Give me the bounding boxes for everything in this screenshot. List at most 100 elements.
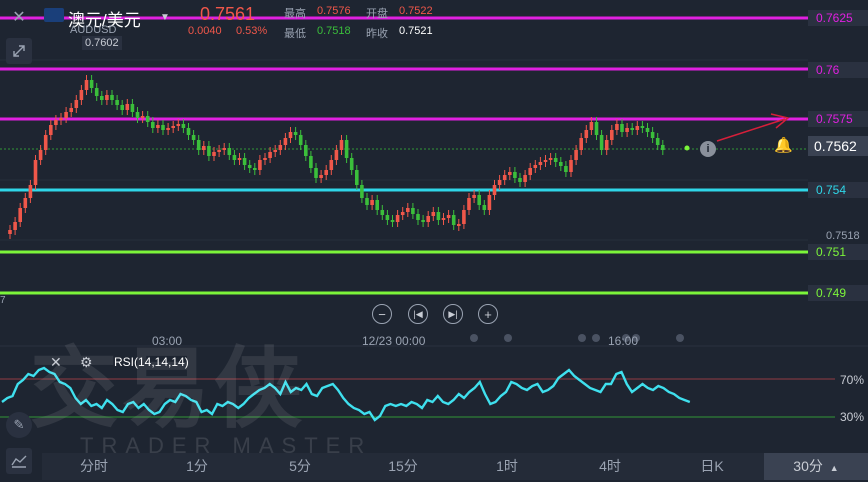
candle-body bbox=[436, 212, 441, 220]
candle-body bbox=[523, 175, 527, 182]
high-label: 最高 bbox=[284, 8, 306, 20]
candle-body bbox=[304, 145, 308, 156]
candle-body bbox=[467, 198, 471, 210]
candle-body bbox=[69, 108, 73, 112]
candle-body bbox=[538, 162, 543, 165]
candle-body bbox=[145, 116, 150, 122]
event-dot bbox=[470, 334, 478, 342]
candle-body bbox=[202, 146, 206, 150]
indicator-icon bbox=[11, 455, 27, 468]
time-label-1: 12/23 00:00 bbox=[362, 334, 426, 348]
tab-fenshi[interactable]: 分时 bbox=[67, 453, 121, 480]
time-label-0: 03:00 bbox=[152, 334, 183, 348]
tab-daily[interactable]: 日K bbox=[688, 453, 736, 480]
candle-body bbox=[661, 145, 665, 150]
candle-body bbox=[130, 104, 135, 112]
candle-body bbox=[324, 170, 328, 175]
candle-body bbox=[564, 166, 568, 172]
symbol-code: AUDUSD bbox=[70, 24, 117, 36]
low-label: 最低 bbox=[284, 28, 306, 40]
low-value: 0.7518 bbox=[317, 25, 351, 37]
candle-body bbox=[553, 158, 558, 162]
candle-body bbox=[334, 150, 339, 160]
candle-body bbox=[411, 208, 415, 214]
candle-body bbox=[569, 160, 573, 172]
time-label-2: 16:00 bbox=[608, 334, 639, 348]
candle-body bbox=[406, 208, 410, 212]
candle-body bbox=[329, 160, 334, 170]
candle-body bbox=[604, 140, 609, 150]
candle-body bbox=[227, 148, 232, 155]
zoom-in-button[interactable]: + bbox=[478, 304, 498, 324]
candle-body bbox=[650, 132, 655, 138]
open-label: 开盘 bbox=[366, 8, 388, 20]
open-value: 0.7522 bbox=[399, 5, 433, 17]
candle-body bbox=[110, 95, 114, 100]
candle-body bbox=[33, 160, 38, 185]
chevron-down-icon[interactable]: ▼ bbox=[160, 12, 170, 23]
candle-body bbox=[54, 120, 58, 125]
candle-body bbox=[349, 158, 354, 170]
candle-body bbox=[253, 168, 257, 170]
candle-body bbox=[559, 162, 563, 166]
close-indicator-icon[interactable]: ✕ bbox=[50, 354, 62, 371]
level-tag-1: 0.76 bbox=[808, 62, 868, 78]
candle-body bbox=[339, 140, 344, 150]
tab-30min[interactable]: 30分 ▲ bbox=[764, 453, 868, 480]
tab-15min[interactable]: 15分 bbox=[378, 453, 428, 480]
candle-body bbox=[288, 132, 293, 138]
candle-body bbox=[237, 158, 242, 160]
candle-body bbox=[599, 135, 604, 150]
tab-4hour[interactable]: 4时 bbox=[586, 453, 634, 480]
candle-body bbox=[263, 158, 267, 160]
candle-body bbox=[482, 205, 487, 210]
indicator-button[interactable] bbox=[6, 448, 32, 474]
candle-body bbox=[518, 178, 522, 182]
candle-body bbox=[502, 175, 507, 180]
candle-body bbox=[533, 165, 538, 168]
tab-1min[interactable]: 1分 bbox=[173, 453, 221, 480]
candle-body bbox=[171, 126, 175, 128]
rsi-lower-label: 30% bbox=[840, 410, 865, 424]
candle-body bbox=[283, 138, 288, 145]
tab-5min[interactable]: 5分 bbox=[276, 453, 324, 480]
draw-button[interactable]: ✎ bbox=[6, 412, 32, 438]
close-button[interactable]: ✕ bbox=[6, 4, 32, 30]
close-icon: ✕ bbox=[12, 9, 26, 26]
level-tag-2: 0.7575 bbox=[808, 111, 868, 127]
candle-body bbox=[196, 140, 201, 150]
price-change-pct: 0.53% bbox=[236, 25, 268, 37]
candle-body bbox=[207, 146, 211, 156]
candle-body bbox=[125, 104, 130, 110]
flag-icon bbox=[44, 8, 64, 22]
candle-body bbox=[615, 124, 619, 130]
candle-body bbox=[140, 116, 145, 118]
zoom-out-button[interactable]: − bbox=[372, 304, 392, 324]
tab-1hour[interactable]: 1时 bbox=[483, 453, 531, 480]
collapse-button[interactable] bbox=[6, 38, 32, 64]
candle-body bbox=[18, 208, 22, 222]
candle-body bbox=[319, 175, 323, 178]
info-icon[interactable]: i bbox=[700, 141, 716, 157]
candle-body bbox=[79, 90, 84, 100]
candle-body bbox=[120, 105, 124, 110]
candle-body bbox=[344, 140, 349, 158]
candle-body bbox=[620, 124, 624, 132]
candle-body bbox=[314, 168, 318, 178]
candle-body bbox=[594, 122, 599, 135]
candle-body bbox=[278, 145, 283, 150]
collapse-icon bbox=[13, 45, 25, 57]
candle-body bbox=[451, 215, 456, 225]
candle-body bbox=[385, 215, 390, 220]
candle-body bbox=[446, 215, 451, 218]
candle-body bbox=[528, 168, 532, 175]
high-value: 0.7576 bbox=[317, 5, 351, 17]
level-tag-5: 0.749 bbox=[808, 285, 868, 301]
gear-icon[interactable]: ⚙ bbox=[80, 354, 93, 371]
candle-body bbox=[49, 125, 53, 135]
candle-body bbox=[441, 218, 446, 220]
next-button[interactable]: ▶| bbox=[443, 304, 463, 324]
candle-body bbox=[390, 220, 395, 222]
bell-icon[interactable]: 🔔 bbox=[774, 136, 793, 154]
prev-button[interactable]: |◀ bbox=[408, 304, 428, 324]
